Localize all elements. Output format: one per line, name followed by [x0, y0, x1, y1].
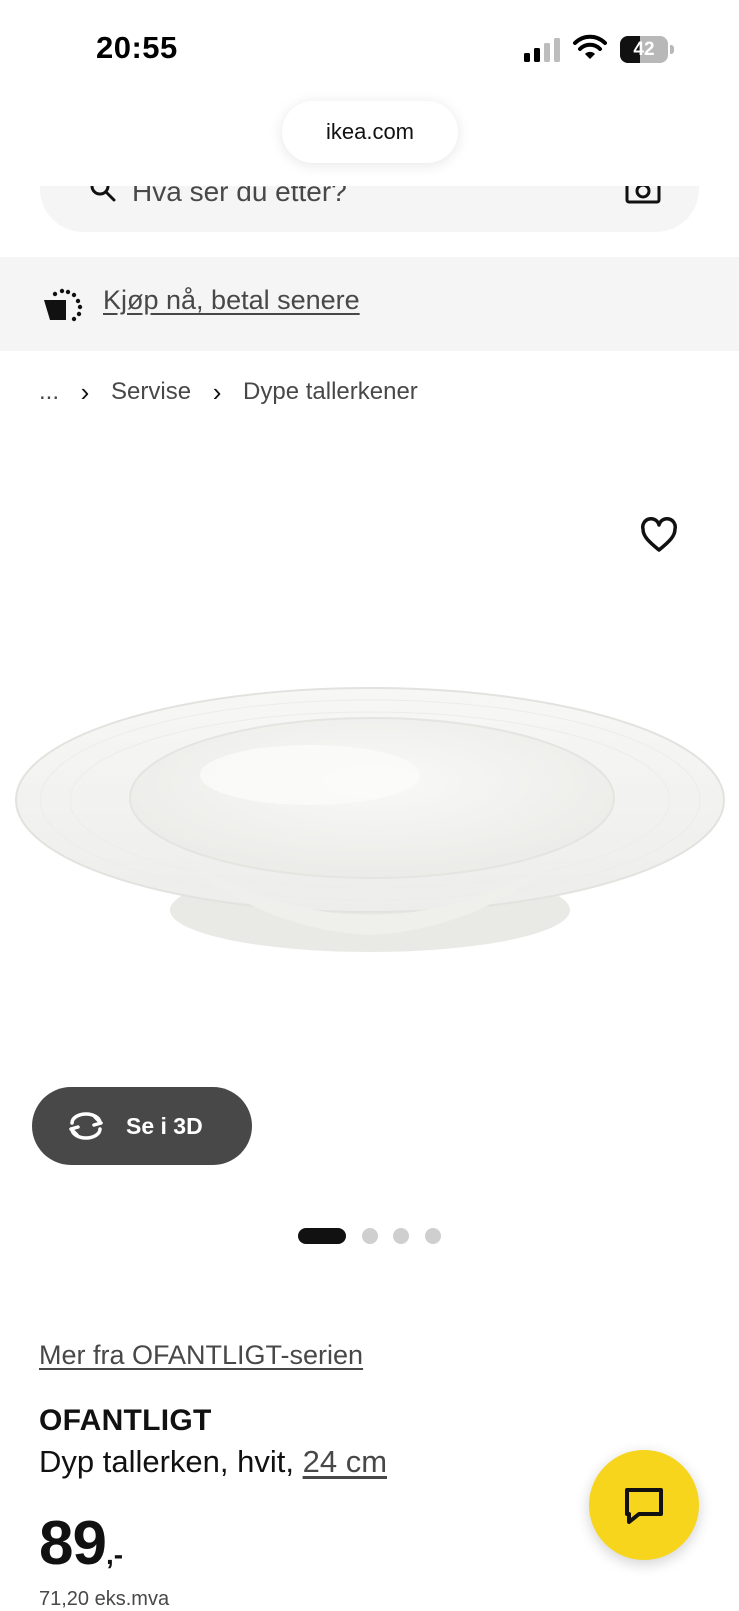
breadcrumb: ... › Servise › Dype tallerkener	[39, 376, 418, 408]
carousel-dots	[298, 1227, 443, 1245]
price-suffix: ,-	[105, 1539, 124, 1570]
status-time: 20:55	[96, 30, 178, 65]
carousel-dot[interactable]	[393, 1228, 409, 1244]
rotate-3d-icon	[69, 1112, 103, 1140]
battery-cap	[670, 45, 674, 54]
chat-button[interactable]	[589, 1450, 699, 1560]
chevron-right-icon: ›	[212, 376, 222, 407]
product-description-text: Dyp tallerken, hvit,	[39, 1444, 303, 1479]
price-main: 89	[39, 1509, 107, 1578]
chat-icon	[625, 1488, 663, 1524]
browser-url-pill[interactable]: ikea.com	[282, 101, 458, 163]
product-name: OFANTLIGT	[39, 1404, 212, 1437]
carousel-dot[interactable]	[362, 1228, 378, 1244]
heart-icon[interactable]	[640, 517, 678, 553]
breadcrumb-item-dype-tallerkener[interactable]: Dype tallerkener	[243, 378, 418, 406]
search-bar-region: Hva ser du etter?	[0, 186, 739, 236]
breadcrumb-ellipsis[interactable]: ...	[39, 378, 59, 406]
search-input[interactable]: Hva ser du etter?	[132, 186, 347, 208]
search-bar[interactable]: Hva ser du etter?	[40, 186, 699, 232]
chevron-right-icon: ›	[80, 376, 90, 407]
battery-icon: 42	[620, 36, 674, 63]
camera-icon[interactable]	[625, 186, 661, 204]
carousel-dot-active[interactable]	[298, 1228, 346, 1244]
cellular-signal-icon	[524, 38, 560, 62]
wifi-icon	[573, 34, 607, 59]
carousel-dot[interactable]	[425, 1228, 441, 1244]
basket-icon	[44, 288, 83, 322]
series-link[interactable]: Mer fra OFANTLIGT-serien	[39, 1340, 363, 1371]
product-description: Dyp tallerken, hvit, 24 cm	[39, 1444, 387, 1480]
status-bar: 20:55 42	[0, 0, 739, 96]
product-image	[15, 687, 725, 952]
view-in-3d-button[interactable]: Se i 3D	[32, 1087, 252, 1165]
product-size-link[interactable]: 24 cm	[303, 1444, 387, 1479]
product-price: 89,-	[39, 1508, 123, 1579]
view-in-3d-label: Se i 3D	[126, 1113, 203, 1139]
promo-banner: Kjøp nå, betal senere	[0, 257, 739, 351]
breadcrumb-item-servise[interactable]: Servise	[111, 378, 191, 406]
promo-link[interactable]: Kjøp nå, betal senere	[103, 285, 360, 316]
search-icon	[90, 186, 116, 202]
battery-body: 42	[620, 36, 668, 63]
battery-percent: 42	[633, 39, 655, 60]
